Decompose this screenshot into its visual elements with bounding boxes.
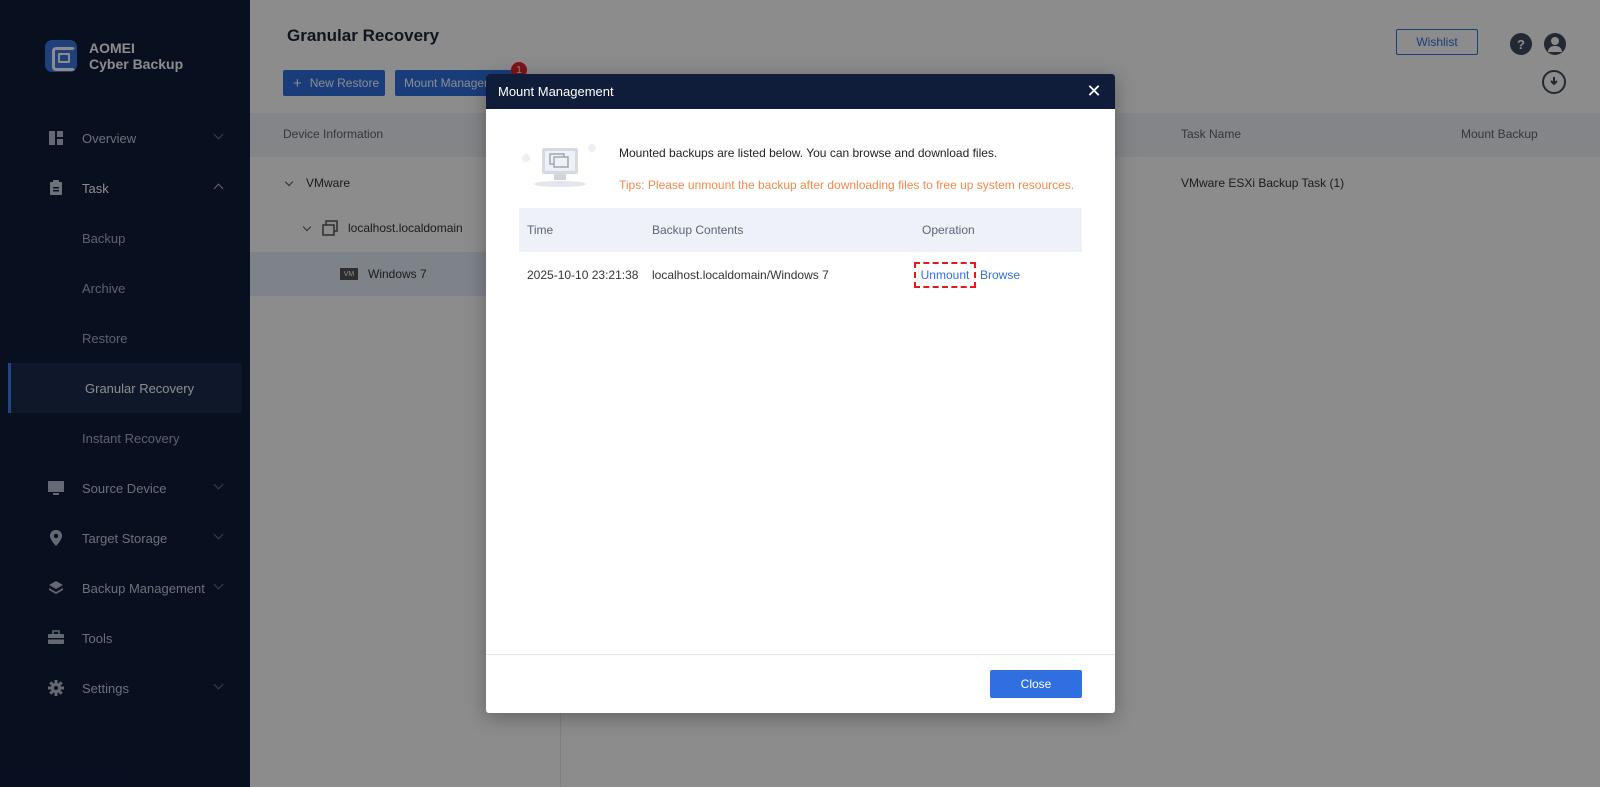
unmount-link[interactable]: Unmount — [921, 268, 970, 282]
dialog-footer: Close — [486, 654, 1115, 713]
column-backup-contents: Backup Contents — [652, 223, 744, 237]
dialog-header: Mount Management ✕ — [486, 74, 1115, 109]
unmount-highlight: Unmount — [914, 262, 976, 288]
column-time: Time — [527, 223, 554, 237]
close-button[interactable]: Close — [990, 670, 1082, 698]
column-operation: Operation — [922, 223, 975, 237]
mount-management-dialog: Mount Management ✕ Mounted backups are l… — [486, 74, 1115, 713]
mounted-disk-illustration — [520, 144, 600, 188]
dialog-info-text: Mounted backups are listed below. You ca… — [619, 146, 998, 160]
table-row: 2025-10-10 23:21:38 localhost.localdomai… — [519, 252, 1082, 298]
dialog-tips-text: Tips: Please unmount the backup after do… — [619, 178, 1075, 192]
dialog-title: Mount Management — [498, 84, 614, 99]
close-icon[interactable]: ✕ — [1085, 82, 1103, 100]
browse-link[interactable]: Browse — [980, 268, 1020, 282]
row-backup-contents: localhost.localdomain/Windows 7 — [652, 268, 829, 282]
table-header: Time Backup Contents Operation — [519, 208, 1082, 252]
row-time: 2025-10-10 23:21:38 — [527, 268, 639, 282]
mounted-backups-table: Time Backup Contents Operation 2025-10-1… — [519, 208, 1082, 298]
